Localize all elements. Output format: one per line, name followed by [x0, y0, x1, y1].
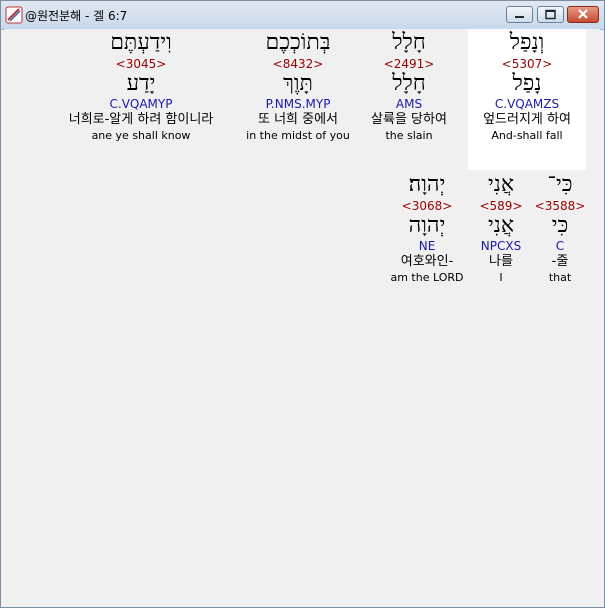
english-translation: I — [499, 271, 503, 284]
hebrew-word: בְּתוֹכְכֶם — [265, 30, 331, 55]
hebrew-word: כִּי־ — [547, 172, 573, 197]
word-cell[interactable]: וְנָפַל <5307> נָפַל C.VQAMZS 엎드러지게 하여 A… — [468, 29, 586, 170]
hebrew-lemma: חָלָל — [392, 71, 426, 96]
app-icon[interactable] — [5, 6, 23, 24]
title-bar[interactable]: @원전분해 - 겔 6:7 — [1, 1, 604, 30]
maximize-button[interactable] — [537, 6, 564, 23]
word-analysis-panel: וְנָפַל <5307> נָפַל C.VQAMZS 엎드러지게 하여 A… — [5, 29, 600, 603]
strong-number[interactable]: <3068> — [382, 199, 472, 213]
close-button[interactable] — [567, 6, 599, 23]
word-cell[interactable]: חָלָל <2491> חָלָל AMS 살륙을 당하여 the slain — [350, 29, 468, 170]
hebrew-lemma: יְהוָה — [408, 213, 446, 238]
hebrew-word: אֲנִי — [487, 172, 515, 197]
hebrew-word: יְהוָה׃ — [408, 172, 446, 197]
korean-translation: 너희로-알게 하려 함이니라 — [68, 112, 214, 127]
korean-translation: 살륙을 당하여 — [371, 112, 447, 127]
strong-number[interactable]: <3045> — [45, 57, 237, 71]
maximize-icon — [545, 9, 556, 20]
hebrew-word: חָלָל — [392, 30, 426, 55]
word-cell[interactable]: כִּי־ <3588> כִּי C -줄 that — [531, 171, 589, 312]
korean-translation: 여호와인- — [400, 254, 454, 269]
word-cell[interactable]: בְּתוֹכְכֶם <8432> תָּוֶךְ P.NMS.MYP 또 너… — [233, 29, 363, 170]
morphology-code: NPCXS — [480, 239, 522, 253]
english-translation: in the midst of you — [246, 129, 350, 142]
hebrew-lemma: אֲנִי — [487, 213, 515, 238]
hebrew-lemma: נָפַל — [512, 71, 542, 96]
morphology-code: NE — [418, 239, 436, 253]
app-window: @원전분해 - 겔 6:7 וְנָפַל <5307> נָפַל C.VQA… — [0, 0, 605, 608]
morphology-code: C — [555, 239, 565, 253]
english-translation: the slain — [385, 129, 433, 142]
hebrew-word: וְנָפַל — [509, 30, 545, 55]
korean-translation: 나를 — [489, 254, 513, 269]
english-translation: that — [548, 271, 572, 284]
korean-translation: 엎드러지게 하여 — [483, 112, 571, 127]
minimize-button[interactable] — [506, 6, 533, 23]
hebrew-lemma: יָדַע — [126, 71, 156, 96]
strong-number[interactable]: <2491> — [350, 57, 468, 71]
morphology-code: P.NMS.MYP — [265, 97, 331, 111]
word-cell[interactable]: וִידַעְתֶּם <3045> יָדַע C.VQAMYP 너희로-알게… — [45, 29, 237, 170]
morphology-code: C.VQAMZS — [494, 97, 560, 111]
strong-number[interactable]: <3588> — [531, 199, 589, 213]
hebrew-word: וִידַעְתֶּם — [110, 30, 172, 55]
hebrew-lemma: כִּי — [551, 213, 569, 238]
korean-translation: -줄 — [551, 254, 569, 269]
window-title: @원전분해 - 겔 6:7 — [25, 9, 128, 23]
strong-number[interactable]: <8432> — [233, 57, 363, 71]
strong-number[interactable]: <589> — [472, 199, 530, 213]
minimize-icon — [515, 16, 524, 18]
english-translation: ane ye shall know — [91, 129, 191, 142]
word-cell[interactable]: יְהוָה׃ <3068> יְהוָה NE 여호와인- am the LO… — [382, 171, 472, 312]
word-cell[interactable]: אֲנִי <589> אֲנִי NPCXS 나를 I — [472, 171, 530, 312]
english-translation: And-shall fall — [491, 129, 563, 142]
hebrew-lemma: תָּוֶךְ — [283, 71, 313, 96]
close-icon — [578, 9, 588, 19]
morphology-code: AMS — [395, 97, 423, 111]
strong-number[interactable]: <5307> — [468, 57, 586, 71]
english-translation: am the LORD — [390, 271, 464, 284]
morphology-code: C.VQAMYP — [109, 97, 173, 111]
korean-translation: 또 너희 중에서 — [257, 112, 339, 127]
